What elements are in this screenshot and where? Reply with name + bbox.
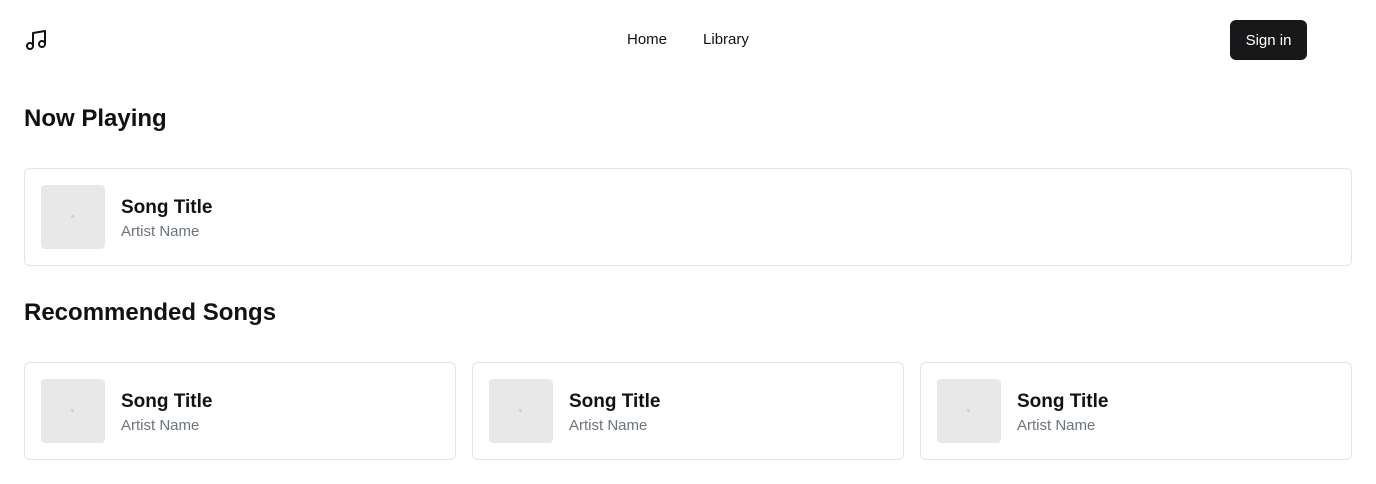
song-title: Song Title xyxy=(121,197,213,218)
now-playing-card[interactable]: Song Title Artist Name xyxy=(24,168,1352,266)
song-artist: Artist Name xyxy=(569,417,648,434)
main-nav: Home Library xyxy=(627,30,749,50)
song-title: Song Title xyxy=(1017,391,1109,412)
song-artist: Artist Name xyxy=(121,417,200,434)
cover-dot xyxy=(71,215,74,218)
cover-dot xyxy=(967,409,970,412)
song-artist: Artist Name xyxy=(1017,417,1096,434)
recommended-songs-heading: Recommended Songs xyxy=(24,299,277,326)
album-cover-placeholder xyxy=(41,185,105,249)
recommended-song-card[interactable]: Song Title Artist Name xyxy=(472,362,904,460)
cover-dot xyxy=(71,409,74,412)
album-cover-placeholder xyxy=(41,379,105,443)
recommended-song-card[interactable]: Song Title Artist Name xyxy=(920,362,1352,460)
song-title: Song Title xyxy=(569,391,661,412)
album-cover-placeholder xyxy=(937,379,1001,443)
music-note-icon[interactable] xyxy=(24,28,48,52)
album-cover-placeholder xyxy=(489,379,553,443)
nav-home-link[interactable]: Home xyxy=(627,30,667,50)
recommended-song-card[interactable]: Song Title Artist Name xyxy=(24,362,456,460)
now-playing-heading: Now Playing xyxy=(24,105,167,132)
cover-dot xyxy=(519,409,522,412)
nav-library-link[interactable]: Library xyxy=(703,30,749,50)
top-header: Home Library Sign in xyxy=(0,0,1376,80)
song-title: Song Title xyxy=(121,391,213,412)
sign-in-button[interactable]: Sign in xyxy=(1230,20,1307,60)
page: Home Library Sign in Now Playing Song Ti… xyxy=(0,0,1376,484)
song-artist: Artist Name xyxy=(121,223,200,240)
